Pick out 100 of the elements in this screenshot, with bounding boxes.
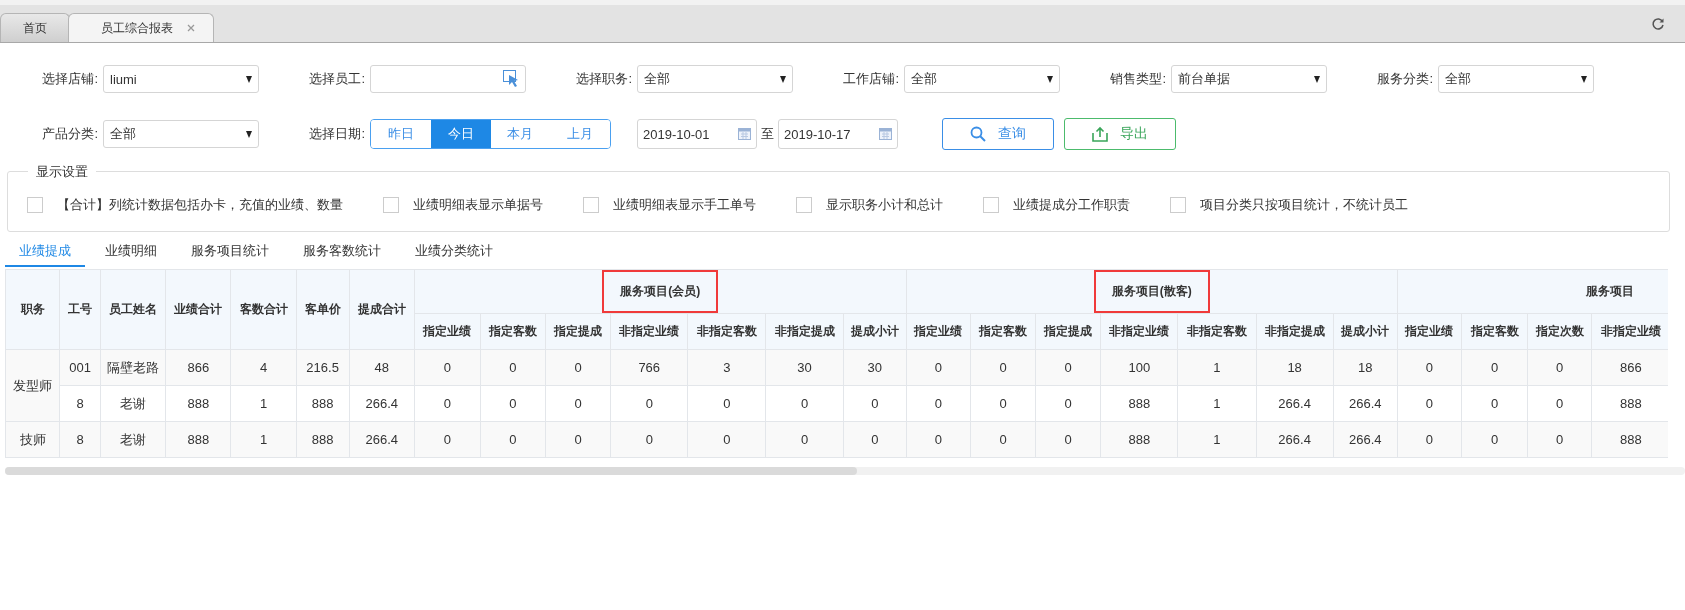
search-button[interactable]: 查询 bbox=[942, 118, 1054, 150]
field-label: 服务分类: bbox=[1376, 70, 1433, 88]
cursor-icon bbox=[503, 70, 519, 88]
group-header: 服务项目(散客) bbox=[1093, 270, 1210, 313]
table-cell: 0 bbox=[906, 385, 971, 422]
caret-icon bbox=[246, 75, 252, 83]
table-cell: 发型师 bbox=[5, 349, 60, 422]
separator-text: 至 bbox=[761, 125, 774, 143]
table-cell: 0 bbox=[970, 349, 1036, 386]
report-tab[interactable]: 服务项目统计 bbox=[177, 237, 283, 267]
column-header: 提成小计 bbox=[843, 313, 907, 350]
column-header: 非指定业绩 bbox=[610, 313, 688, 350]
column-header: 指定提成 bbox=[545, 313, 611, 350]
table-cell: 0 bbox=[1527, 349, 1592, 386]
field-label: 销售类型: bbox=[1109, 70, 1166, 88]
column-header: 指定业绩 bbox=[906, 313, 971, 350]
column-header: 提成合计 bbox=[349, 269, 415, 350]
checkbox-label: 【合计】列统计数据包括办卡，充值的业绩、数量 bbox=[57, 195, 343, 214]
table-cell: 766 bbox=[610, 349, 688, 386]
column-header: 业绩合计 bbox=[165, 269, 231, 350]
column-header: 非指定提成 bbox=[1256, 313, 1334, 350]
table-cell: 0 bbox=[1461, 349, 1528, 386]
dropdown[interactable]: 全部 bbox=[637, 65, 793, 93]
table-cell: 266.4 bbox=[349, 385, 415, 422]
report-tab[interactable]: 服务客数统计 bbox=[289, 237, 395, 267]
table-cell: 0 bbox=[1527, 421, 1592, 458]
table-cell: 1 bbox=[230, 421, 297, 458]
close-icon bbox=[187, 24, 195, 32]
dropdown[interactable]: 全部 bbox=[904, 65, 1060, 93]
report-tab[interactable]: 业绩明细 bbox=[91, 237, 171, 267]
table-cell: 0 bbox=[906, 421, 971, 458]
table-cell: 0 bbox=[610, 421, 688, 458]
table-cell: 888 bbox=[165, 421, 231, 458]
table-cell: 隔壁老路 bbox=[100, 349, 166, 386]
table-cell: 0 bbox=[1461, 385, 1528, 422]
table-cell: 4 bbox=[230, 349, 297, 386]
table-cell: 0 bbox=[1397, 421, 1462, 458]
column-header: 指定次数 bbox=[1527, 313, 1592, 350]
page-tab[interactable]: 员工综合报表 bbox=[68, 13, 214, 42]
checkbox[interactable] bbox=[1170, 196, 1186, 213]
table-cell: 266.4 bbox=[1333, 421, 1398, 458]
table-cell: 0 bbox=[545, 421, 611, 458]
date-field[interactable]: 2019-10-01 bbox=[637, 119, 757, 149]
checkbox-label: 业绩明细表显示手工单号 bbox=[613, 195, 756, 214]
checkbox[interactable] bbox=[383, 196, 399, 213]
column-header: 非指定提成 bbox=[766, 313, 844, 350]
dropdown[interactable]: 全部 bbox=[1438, 65, 1594, 93]
table-cell: 0 bbox=[545, 349, 611, 386]
scrollbar-thumb[interactable] bbox=[5, 467, 857, 475]
field-label: 选择日期: bbox=[308, 125, 365, 143]
date-field[interactable]: 2019-10-17 bbox=[778, 119, 898, 149]
caret-icon bbox=[780, 75, 786, 83]
column-header: 职务 bbox=[5, 269, 60, 350]
table-cell: 30 bbox=[766, 349, 844, 386]
table-cell: 216.5 bbox=[296, 349, 350, 386]
table-cell: 266.4 bbox=[349, 421, 415, 458]
table-cell: 0 bbox=[970, 421, 1036, 458]
dropdown[interactable]: 全部 bbox=[103, 120, 259, 148]
export-icon bbox=[1092, 126, 1108, 142]
column-header: 员工姓名 bbox=[100, 269, 166, 350]
checkbox-label: 业绩明细表显示单据号 bbox=[413, 195, 543, 214]
table-cell: 0 bbox=[843, 385, 907, 422]
table-cell: 0 bbox=[1035, 385, 1101, 422]
table-cell: 0 bbox=[687, 385, 766, 422]
checkbox[interactable] bbox=[583, 196, 599, 213]
checkbox-label: 业绩提成分工作职责 bbox=[1013, 195, 1130, 214]
caret-icon bbox=[246, 130, 252, 138]
column-header: 客数合计 bbox=[230, 269, 297, 350]
table-cell: 0 bbox=[1461, 421, 1528, 458]
column-header: 非指定客数 bbox=[687, 313, 766, 350]
table-cell: 0 bbox=[414, 349, 481, 386]
caret-icon bbox=[1314, 75, 1320, 83]
column-header: 提成小计 bbox=[1333, 313, 1398, 350]
table-cell: 0 bbox=[766, 421, 844, 458]
calendar-icon bbox=[738, 128, 751, 140]
table-cell: 8 bbox=[59, 421, 101, 458]
table-cell: 266.4 bbox=[1256, 421, 1334, 458]
table-cell: 老谢 bbox=[100, 385, 166, 422]
table-cell: 0 bbox=[414, 421, 481, 458]
report-tab[interactable]: 业绩分类统计 bbox=[401, 237, 507, 267]
table-cell: 888 bbox=[1591, 421, 1668, 458]
table-cell: 0 bbox=[545, 385, 611, 422]
table-cell: 001 bbox=[59, 349, 101, 386]
table-cell: 1 bbox=[1177, 421, 1257, 458]
dropdown[interactable]: liumi bbox=[103, 65, 259, 93]
dropdown[interactable]: 前台单据 bbox=[1171, 65, 1327, 93]
page-tab[interactable]: 首页 bbox=[0, 13, 70, 42]
table-cell: 1 bbox=[1177, 385, 1257, 422]
checkbox[interactable] bbox=[796, 196, 812, 213]
column-header: 指定提成 bbox=[1035, 313, 1101, 350]
table-cell: 18 bbox=[1256, 349, 1334, 386]
checkbox[interactable] bbox=[983, 196, 999, 213]
employee-picker-field[interactable] bbox=[370, 65, 526, 93]
horizontal-scrollbar[interactable] bbox=[5, 467, 1685, 475]
checkbox[interactable] bbox=[27, 196, 43, 213]
report-tab[interactable]: 业绩提成 bbox=[5, 237, 85, 267]
date-range-button[interactable]: 今日 bbox=[430, 120, 491, 148]
column-header: 指定业绩 bbox=[1397, 313, 1462, 350]
field-label: 选择职务: bbox=[575, 70, 632, 88]
table-cell: 0 bbox=[1397, 385, 1462, 422]
